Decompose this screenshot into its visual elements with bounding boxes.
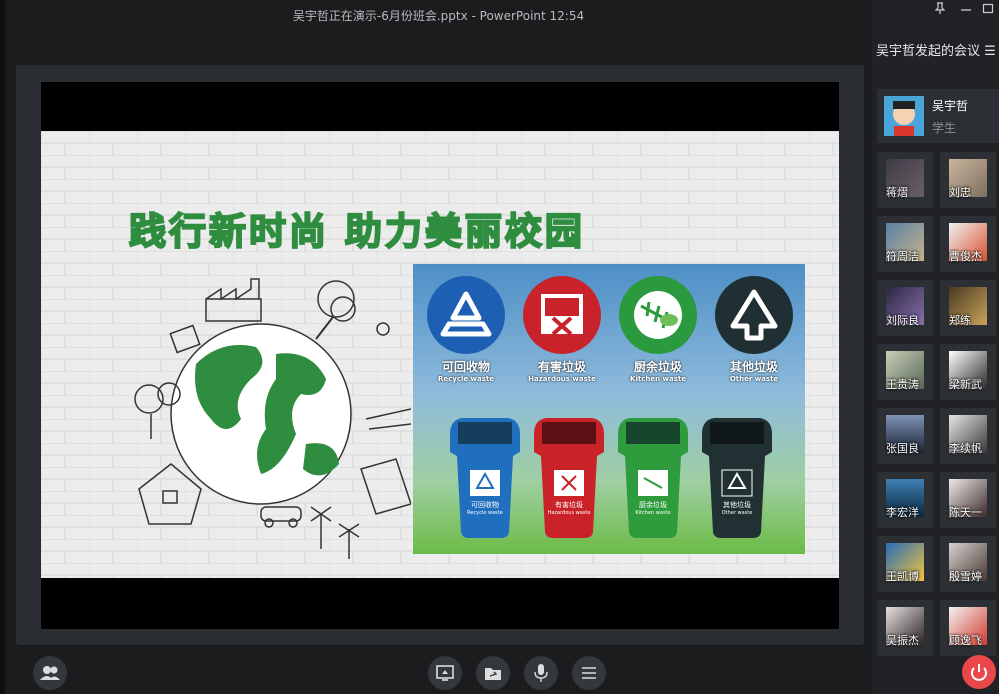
participant-name: 蒋熠 [886, 186, 908, 199]
fishbone-icon [619, 276, 697, 354]
microphone-icon [534, 664, 548, 682]
folder-share-icon [485, 668, 501, 680]
participant-name: 顾逸飞 [949, 634, 982, 647]
avatar [884, 96, 924, 136]
participant-name: 李宏洋 [886, 506, 919, 519]
participant-tile[interactable]: 郑练 [940, 280, 996, 336]
category-label-en: Hazardous waste [528, 375, 596, 383]
participant-name: 王凯博 [886, 570, 919, 583]
presentation-slide: 践行新时尚 助力美丽校园 可回收物 Recycle waste 有害垃圾 Haz… [41, 131, 839, 578]
category-other: 其他垃圾 Other waste [714, 276, 794, 383]
bin-recycle: 可回收物 Recycle waste [446, 414, 524, 543]
participant-tile[interactable]: 王贵涛 [877, 344, 933, 400]
participant-tile[interactable]: 符周洁 [877, 216, 933, 272]
category-label-en: Kitchen waste [630, 375, 686, 383]
participant-tile[interactable]: 殷雪婷 [940, 536, 996, 592]
bin-kitchen: 厨余垃圾 Kitchen waste [614, 414, 692, 543]
menu-icon[interactable]: ☰ [984, 44, 996, 59]
participant-tile[interactable]: 王凯博 [877, 536, 933, 592]
waste-sorting-panel: 可回收物 Recycle waste 有害垃圾 Hazardous waste … [413, 264, 805, 554]
participant-tile[interactable]: 顾逸飞 [940, 600, 996, 656]
window-controls [872, 0, 999, 18]
host-role: 学生 [932, 121, 957, 135]
leave-meeting-button[interactable] [962, 655, 996, 689]
participant-tile[interactable]: 张国良 [877, 408, 933, 464]
menu-icon [582, 667, 596, 679]
power-icon [971, 664, 987, 681]
category-label-en: Recycle waste [437, 375, 495, 383]
participant-name: 梁新武 [949, 378, 982, 391]
participant-name: 符周洁 [886, 250, 919, 263]
participants-panel: 吴宇哲发起的会议 ☰ 吴宇哲 学生 蒋熠 刘忠 符周洁 曹俊杰 刘际良 郑练 王… [872, 0, 999, 694]
participant-tile[interactable]: 刘际良 [877, 280, 933, 336]
participant-name: 郑练 [949, 314, 971, 327]
category-hazardous: 有害垃圾 Hazardous waste [522, 276, 602, 383]
participant-name: 王贵涛 [886, 378, 919, 391]
globe-illustration [134, 278, 411, 559]
bin-label: 可回收物 [471, 501, 499, 509]
category-kitchen: 厨余垃圾 Kitchen waste [618, 276, 698, 383]
participant-tile[interactable]: 曹俊杰 [940, 216, 996, 272]
recycle-icon [427, 276, 505, 354]
bin-label: 有害垃圾 [555, 501, 583, 509]
participant-tile[interactable]: 刘忠 [940, 152, 996, 208]
maximize-icon[interactable] [982, 2, 994, 17]
participant-name: 李续帆 [949, 442, 982, 455]
participant-tile[interactable]: 蒋熠 [877, 152, 933, 208]
participant-name: 张国良 [886, 442, 919, 455]
bin-label: 其他垃圾 [723, 501, 751, 509]
window-edge [0, 0, 5, 694]
meeting-title: 吴宇哲发起的会议 ☰ [876, 44, 996, 59]
bin-other: 其他垃圾 Other waste [698, 414, 776, 543]
participant-name: 刘忠 [949, 186, 971, 199]
category-label: 其他垃圾 [729, 360, 778, 374]
minimize-icon[interactable] [960, 2, 972, 17]
more-menu-button[interactable] [572, 656, 606, 690]
slide-title: 践行新时尚 助力美丽校园 [128, 209, 585, 254]
category-label: 可回收物 [441, 360, 490, 374]
host-name: 吴宇哲 [932, 99, 969, 113]
category-label: 厨余垃圾 [633, 360, 682, 374]
members-button[interactable] [33, 656, 67, 690]
participant-name: 吴振杰 [886, 634, 919, 647]
category-label: 有害垃圾 [537, 360, 586, 374]
host-card[interactable]: 吴宇哲 学生 [877, 89, 999, 143]
participant-tile[interactable]: 陈天一 [940, 472, 996, 528]
bin-label-en: Recycle waste [467, 510, 503, 516]
participant-tile[interactable]: 李续帆 [940, 408, 996, 464]
hazard-icon [523, 276, 601, 354]
participant-name: 殷雪婷 [949, 570, 982, 583]
bin-hazardous: 有害垃圾 Hazardous waste [530, 414, 608, 543]
category-recycle: 可回收物 Recycle waste [426, 276, 506, 383]
share-screen-button[interactable] [428, 656, 462, 690]
bin-label-en: Kitchen waste [635, 510, 671, 516]
participant-name: 刘际良 [886, 314, 919, 327]
microphone-button[interactable] [524, 656, 558, 690]
participant-tile[interactable]: 梁新武 [940, 344, 996, 400]
share-file-button[interactable] [476, 656, 510, 690]
participant-name: 曹俊杰 [949, 250, 982, 263]
pin-icon[interactable] [934, 2, 946, 17]
people-icon [40, 666, 60, 680]
window-title: 吴宇哲正在演示-6月份班会.pptx - PowerPoint 12:54 [292, 9, 585, 23]
bin-label: 厨余垃圾 [639, 501, 667, 509]
screen-share-icon [436, 665, 454, 681]
category-label-en: Other waste [729, 375, 779, 383]
bin-label-en: Other waste [721, 510, 753, 516]
bin-label-en: Hazardous waste [547, 510, 591, 516]
participant-name: 陈天一 [949, 506, 982, 519]
triangle-icon [715, 276, 793, 354]
participant-tile[interactable]: 李宏洋 [877, 472, 933, 528]
participant-tile[interactable]: 吴振杰 [877, 600, 933, 656]
